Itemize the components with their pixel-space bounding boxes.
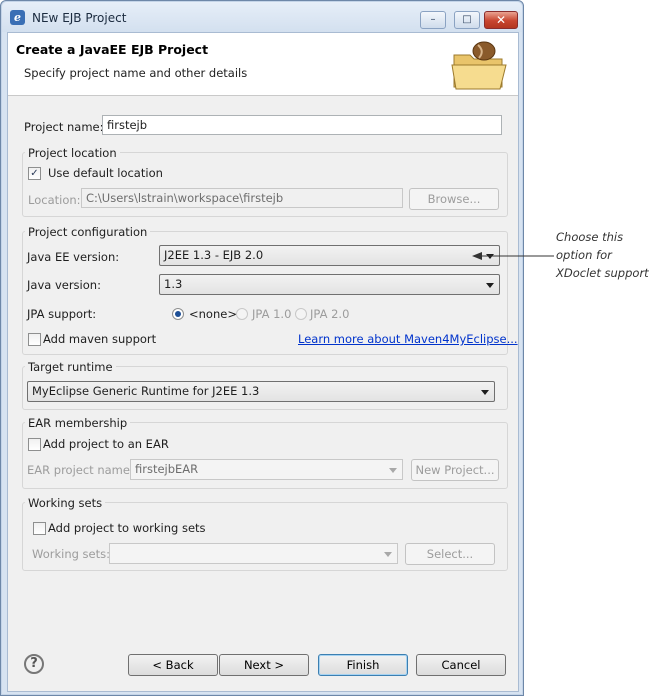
- use-default-location-label: Use default location: [48, 166, 163, 180]
- window-title: NEw EJB Project: [32, 11, 127, 25]
- jpa-support-label: JPA support:: [27, 307, 97, 321]
- annotation-line: XDoclet support: [556, 266, 649, 280]
- chevron-down-icon: [389, 468, 397, 473]
- target-runtime-title: Target runtime: [25, 360, 116, 374]
- minimize-button[interactable]: –: [420, 11, 446, 29]
- annotation-line: Choose this: [556, 230, 624, 244]
- working-sets-label: Working sets:: [32, 547, 111, 561]
- back-button[interactable]: < Back: [128, 654, 218, 676]
- target-runtime-select[interactable]: MyEclipse Generic Runtime for J2EE 1.3: [27, 381, 495, 402]
- add-maven-support-label: Add maven support: [43, 332, 157, 346]
- eclipse-icon: e: [10, 10, 25, 25]
- new-ear-project-button[interactable]: New Project...: [411, 459, 499, 481]
- java-ee-version-select[interactable]: J2EE 1.3 - EJB 2.0: [159, 245, 500, 266]
- folder-with-bean-icon: [451, 41, 507, 90]
- select-working-sets-button[interactable]: Select...: [405, 543, 495, 565]
- chevron-down-icon: [384, 552, 392, 557]
- maximize-button[interactable]: □: [454, 11, 480, 29]
- ear-project-name-label: EAR project name:: [27, 463, 134, 477]
- chevron-down-icon: [486, 283, 494, 288]
- help-icon[interactable]: ?: [24, 654, 44, 674]
- java-ee-version-value: J2EE 1.3 - EJB 2.0: [164, 248, 264, 262]
- next-button[interactable]: Next >: [219, 654, 309, 676]
- dialog-client-area: Create a JavaEE EJB Project Specify proj…: [7, 32, 519, 692]
- java-version-select[interactable]: 1.3: [159, 274, 500, 295]
- project-configuration-title: Project configuration: [25, 225, 151, 239]
- working-sets-select[interactable]: [109, 543, 398, 564]
- wizard-header: Create a JavaEE EJB Project Specify proj…: [8, 33, 518, 96]
- annotation-callout: Choose this option for XDoclet support: [556, 228, 649, 282]
- add-to-working-sets-label: Add project to working sets: [48, 521, 206, 535]
- jpa-none-label: <none>: [189, 307, 237, 321]
- location-label: Location:: [28, 193, 81, 207]
- add-to-working-sets-checkbox[interactable]: [33, 522, 46, 535]
- project-name-input[interactable]: firstejb: [102, 115, 502, 135]
- annotation-arrow: [472, 252, 554, 260]
- chevron-down-icon: [481, 390, 489, 395]
- jpa-1-0-radio[interactable]: [236, 308, 248, 320]
- jpa-1-0-label: JPA 1.0: [252, 307, 292, 321]
- close-button[interactable]: ✕: [484, 11, 518, 29]
- maven-learn-more-link[interactable]: Learn more about Maven4MyEclipse...: [298, 332, 518, 346]
- ear-membership-title: EAR membership: [25, 416, 131, 430]
- java-version-value: 1.3: [164, 277, 183, 291]
- finish-button[interactable]: Finish: [318, 654, 408, 676]
- ear-project-name-select[interactable]: firstejbEAR: [130, 459, 403, 480]
- add-maven-support-checkbox[interactable]: [28, 333, 41, 346]
- project-location-title: Project location: [25, 146, 120, 160]
- page-title: Create a JavaEE EJB Project: [16, 42, 209, 57]
- jpa-none-radio[interactable]: [172, 308, 184, 320]
- dialog-window: e NEw EJB Project – □ ✕ Create a JavaEE …: [0, 0, 524, 696]
- ear-project-name-value: firstejbEAR: [135, 462, 199, 476]
- add-to-ear-checkbox[interactable]: [28, 438, 41, 451]
- add-to-ear-label: Add project to an EAR: [43, 437, 169, 451]
- cancel-button[interactable]: Cancel: [416, 654, 506, 676]
- page-subtitle: Specify project name and other details: [24, 66, 248, 80]
- jpa-2-0-label: JPA 2.0: [310, 307, 350, 321]
- use-default-location-checkbox[interactable]: ✓: [28, 167, 41, 180]
- java-version-label: Java version:: [27, 278, 101, 292]
- working-sets-title: Working sets: [25, 496, 106, 510]
- java-ee-version-label: Java EE version:: [27, 250, 120, 264]
- annotation-line: option for: [556, 248, 612, 262]
- project-name-label: Project name:: [24, 120, 104, 134]
- jpa-2-0-radio[interactable]: [295, 308, 307, 320]
- title-bar[interactable]: e NEw EJB Project – □ ✕: [2, 2, 522, 32]
- location-input[interactable]: C:\Users\lstrain\workspace\firstejb: [81, 188, 403, 208]
- target-runtime-value: MyEclipse Generic Runtime for J2EE 1.3: [32, 384, 260, 398]
- browse-button[interactable]: Browse...: [409, 188, 499, 210]
